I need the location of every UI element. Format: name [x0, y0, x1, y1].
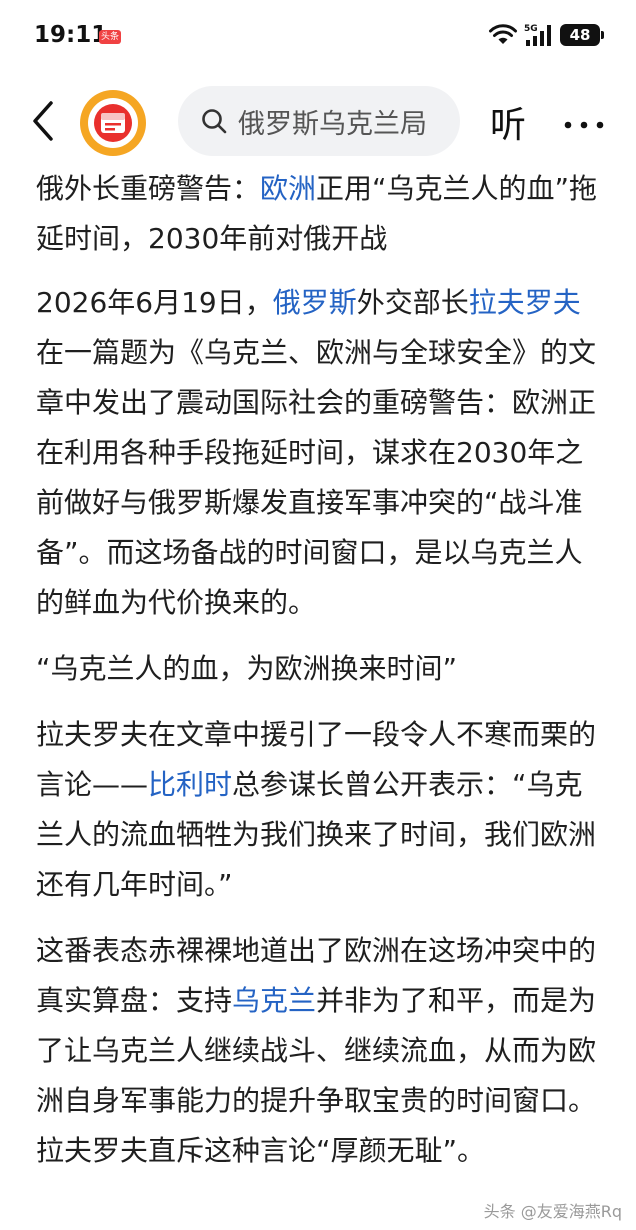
listen-button[interactable]: 听: [490, 96, 526, 148]
article-body: 俄外长重磅警告：欧洲正用“乌克兰人的血”拖延时间，2030年前对俄开战 2026…: [36, 164, 602, 1204]
wifi-icon: [489, 24, 517, 44]
link-ukraine[interactable]: 乌克兰: [232, 984, 316, 1017]
link-belgium[interactable]: 比利时: [148, 768, 232, 801]
article-title: 俄外长重磅警告：欧洲正用“乌克兰人的血”拖延时间，2030年前对俄开战: [36, 172, 598, 255]
search-icon: [202, 109, 227, 134]
chevron-left-icon: [33, 101, 53, 141]
network-type-label: 5G: [524, 24, 538, 34]
more-options-button[interactable]: [562, 116, 606, 129]
top-nav-bar: 俄罗斯乌克兰局 听: [0, 80, 636, 164]
link-lavrov[interactable]: 拉夫罗夫: [469, 286, 581, 319]
status-bar: 19:11 头条 5G 48: [0, 0, 636, 72]
cellular-signal-icon: 5G: [524, 24, 551, 46]
link-europe[interactable]: 欧洲: [260, 172, 316, 205]
paragraph-1: 2026年6月19日，俄罗斯外交部长拉夫罗夫在一篇题为《乌克兰、欧洲与全球安全》…: [36, 286, 597, 619]
paragraph-2: 拉夫罗夫在文章中援引了一段令人不寒而栗的言论——比利时总参谋长曾公开表示：“乌克…: [36, 718, 597, 901]
status-time: 19:11: [34, 22, 108, 48]
toutiao-logo[interactable]: [80, 90, 146, 156]
status-icons: 5G 48: [488, 22, 604, 48]
link-russia[interactable]: 俄罗斯: [273, 286, 357, 319]
search-input[interactable]: 俄罗斯乌克兰局: [178, 86, 460, 156]
article-page: 19:11 头条 5G 48 俄罗斯乌克兰局 听 俄外长重磅警告：欧洲正用“乌克…: [0, 0, 636, 1230]
article-subheading: “乌克兰人的血，为欧洲换来时间”: [36, 652, 458, 685]
battery-icon: 48: [560, 24, 604, 46]
author-watermark: 头条 @友爱海燕Rq: [483, 1202, 622, 1221]
toutiao-notification-icon: 头条: [99, 30, 121, 44]
toutiao-logo-icon: [94, 104, 132, 142]
more-dots-icon: [564, 121, 604, 129]
paragraph-3: 这番表态赤裸裸地道出了欧洲在这场冲突中的真实算盘：支持乌克兰并非为了和平，而是为…: [36, 934, 597, 1167]
back-button[interactable]: [24, 98, 64, 144]
search-query-text: 俄罗斯乌克兰局: [238, 108, 427, 140]
battery-level: 48: [569, 26, 591, 44]
